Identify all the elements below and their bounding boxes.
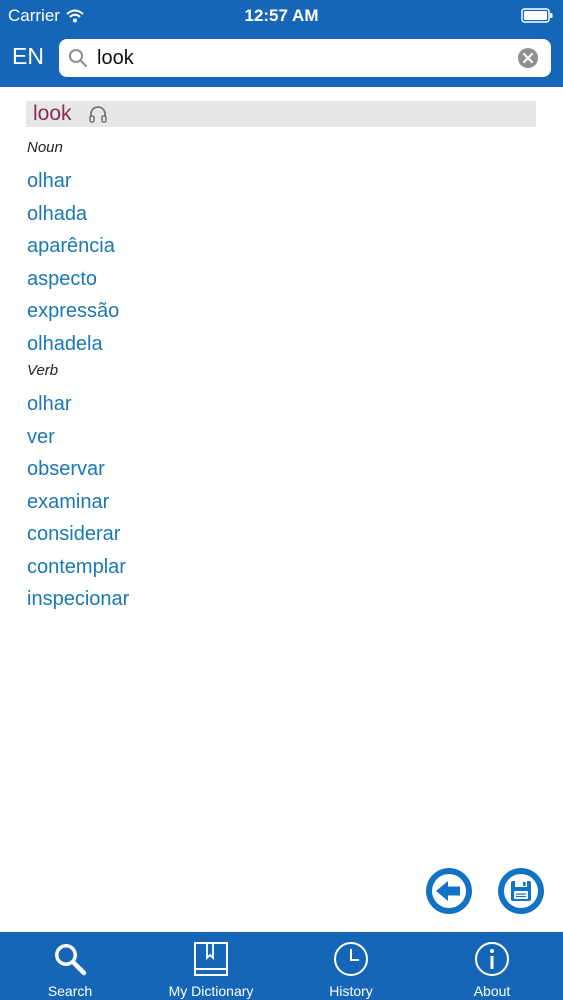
tab-label: My Dictionary [168, 983, 254, 999]
translation-link[interactable]: olhada [27, 203, 87, 226]
search-box[interactable] [59, 39, 551, 77]
part-of-speech-noun: Noun [27, 139, 63, 156]
entry-content: look Noun olhar olhada aparência aspecto… [0, 87, 563, 932]
search-input[interactable] [97, 39, 507, 77]
headword-bar: look [26, 101, 536, 127]
tab-history[interactable]: History [291, 932, 411, 1000]
translation-link[interactable]: expressão [27, 300, 119, 323]
translation-link[interactable]: olhar [27, 170, 71, 193]
translation-link[interactable]: ver [27, 426, 55, 449]
tab-my-dictionary[interactable]: My Dictionary [151, 932, 271, 1000]
pronunciation-button[interactable] [88, 105, 108, 123]
translation-link[interactable]: olhar [27, 393, 71, 416]
back-button[interactable] [426, 868, 472, 914]
tab-bar: Search My Dictionary History About [0, 932, 563, 1000]
translation-link[interactable]: olhadela [27, 333, 103, 356]
clock-time: 12:57 AM [244, 6, 319, 25]
language-toggle[interactable]: EN [12, 43, 44, 70]
battery-icon [521, 8, 553, 23]
tab-about[interactable]: About [432, 932, 552, 1000]
magnifier-icon [69, 49, 87, 67]
headword: look [33, 102, 72, 125]
info-icon [475, 942, 509, 976]
translation-link[interactable]: examinar [27, 491, 109, 514]
headphones-icon [88, 106, 107, 123]
status-bar: Carrier 12:57 AM [0, 0, 563, 30]
book-icon [194, 942, 228, 976]
translation-link[interactable]: contemplar [27, 556, 126, 579]
tab-search[interactable]: Search [10, 932, 130, 1000]
save-word-button[interactable] [498, 868, 544, 914]
tab-label: History [329, 983, 373, 999]
part-of-speech-verb: Verb [27, 362, 59, 379]
translation-link[interactable]: inspecionar [27, 588, 129, 611]
search-header: EN [0, 30, 563, 87]
translation-link[interactable]: aspecto [27, 268, 97, 291]
translation-link[interactable]: aparência [27, 235, 115, 258]
tab-label: About [473, 983, 511, 999]
floppy-save-icon [504, 874, 538, 908]
back-arrow-icon [432, 874, 466, 908]
translation-link[interactable]: considerar [27, 523, 120, 546]
search-icon [55, 944, 87, 976]
clock-icon [334, 942, 368, 976]
tab-label: Search [47, 983, 93, 999]
clear-search-icon[interactable] [517, 47, 539, 69]
translation-link[interactable]: observar [27, 458, 105, 481]
